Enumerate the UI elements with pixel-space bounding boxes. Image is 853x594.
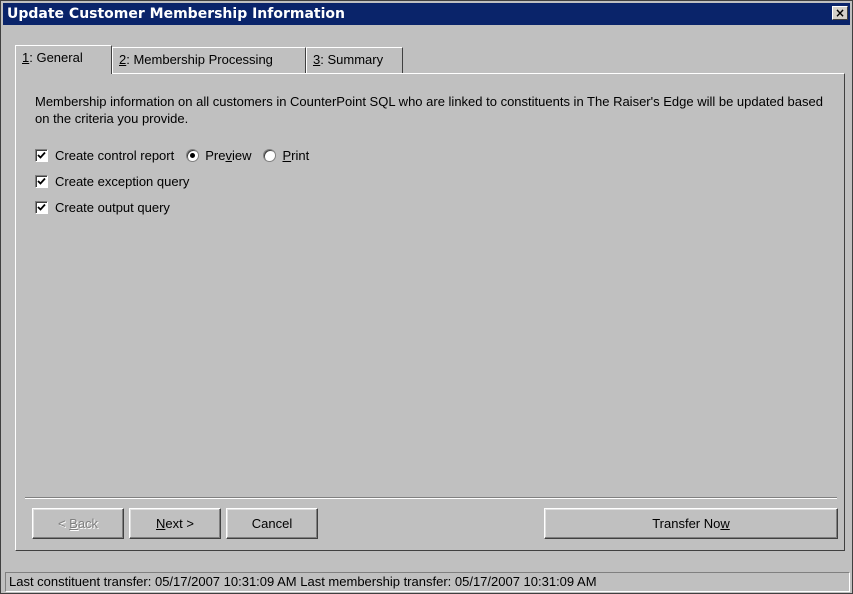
window-title: Update Customer Membership Information bbox=[7, 6, 345, 22]
exception-query-label[interactable]: Create exception query bbox=[55, 174, 189, 189]
tab-general[interactable]: 1: General bbox=[15, 45, 112, 74]
control-report-checkbox[interactable] bbox=[35, 148, 48, 162]
back-button-label: ack bbox=[77, 516, 99, 531]
print-radio[interactable] bbox=[263, 148, 277, 162]
transfer-now-key: w bbox=[720, 516, 730, 531]
tab-membership-processing-label: : Membership Processing bbox=[126, 52, 273, 67]
exception-query-row: Create exception query bbox=[35, 172, 189, 190]
title-bar: Update Customer Membership Information × bbox=[3, 3, 850, 25]
button-separator bbox=[25, 497, 837, 499]
tab-membership-processing[interactable]: 2: Membership Processing bbox=[112, 47, 306, 73]
preview-label-post: iew bbox=[231, 147, 252, 163]
preview-label[interactable]: Preview bbox=[205, 148, 251, 163]
checkmark-icon bbox=[37, 151, 46, 159]
description-text: Membership information on all customers … bbox=[35, 94, 823, 126]
general-tab-panel bbox=[15, 73, 845, 551]
exception-query-checkbox[interactable] bbox=[35, 174, 48, 188]
back-button-prefix: < bbox=[57, 516, 70, 531]
output-query-label[interactable]: Create output query bbox=[55, 200, 170, 215]
back-button[interactable]: < Back bbox=[32, 508, 124, 539]
status-bar: Last constituent transfer: 05/17/2007 10… bbox=[5, 572, 850, 592]
print-label-post: rint bbox=[291, 147, 310, 163]
output-query-checkbox[interactable] bbox=[35, 200, 48, 214]
next-button-key: N bbox=[156, 516, 166, 531]
checkmark-icon bbox=[37, 203, 46, 211]
print-label[interactable]: Print bbox=[282, 148, 309, 163]
close-button[interactable]: × bbox=[832, 6, 848, 20]
next-button[interactable]: Next > bbox=[129, 508, 221, 539]
preview-label-pre: Pre bbox=[205, 147, 226, 163]
preview-radio[interactable] bbox=[186, 148, 200, 162]
back-button-key: B bbox=[69, 516, 78, 531]
tab-summary[interactable]: 3: Summary bbox=[306, 47, 403, 73]
print-label-key: P bbox=[282, 147, 292, 163]
control-report-label[interactable]: Create control report bbox=[55, 148, 174, 163]
tab-summary-label: : Summary bbox=[320, 52, 384, 67]
transfer-now-label: Transfer No bbox=[652, 516, 721, 531]
update-membership-dialog: Update Customer Membership Information ×… bbox=[0, 0, 853, 594]
control-report-row: Create control report Preview Print bbox=[35, 146, 309, 164]
cancel-button[interactable]: Cancel bbox=[226, 508, 318, 539]
next-button-label: ext > bbox=[165, 516, 194, 531]
transfer-now-button[interactable]: Transfer Now bbox=[544, 508, 838, 539]
output-query-row: Create output query bbox=[35, 198, 170, 216]
checkmark-icon bbox=[37, 177, 46, 185]
tab-general-label: : General bbox=[29, 50, 83, 65]
